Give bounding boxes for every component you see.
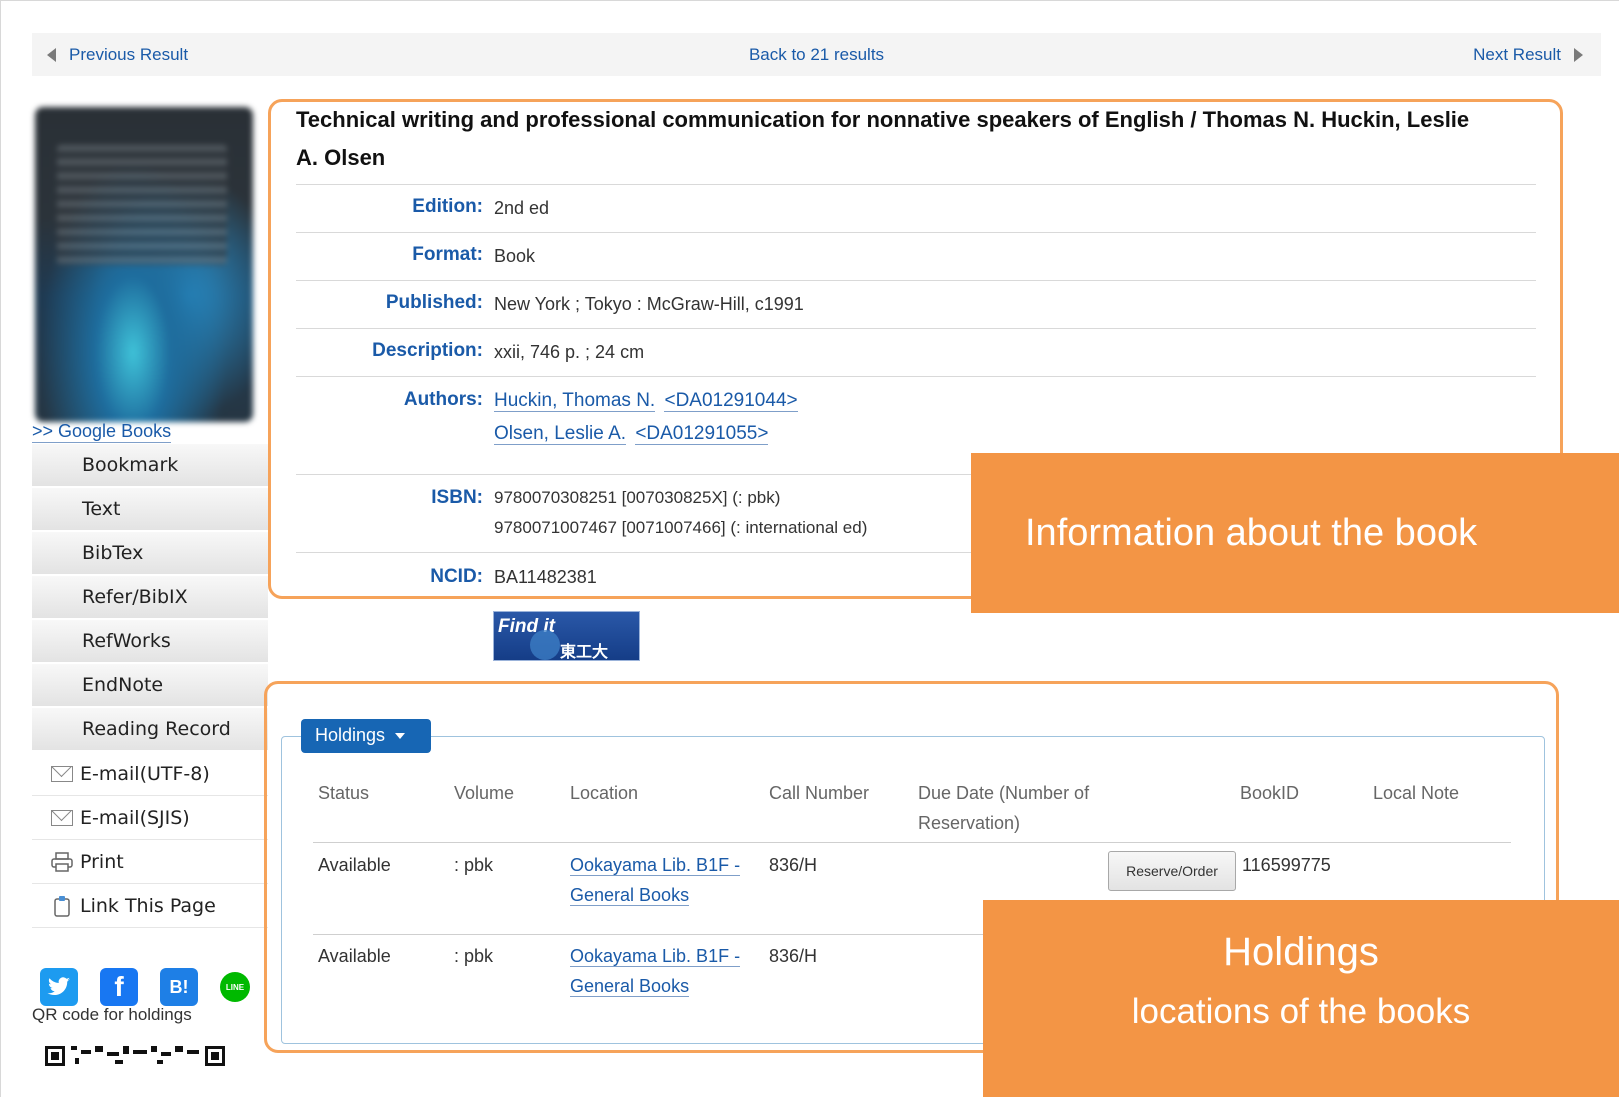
sidebar-item-reading-record[interactable]: Reading Record — [32, 708, 268, 752]
sidebar-item-email-sjis[interactable]: E-mail(SJIS) — [32, 796, 268, 840]
facebook-icon[interactable]: f — [100, 968, 138, 1006]
column-header-volume: Volume — [454, 783, 515, 803]
result-navigation-bar: Previous Result Back to 21 results Next … — [32, 33, 1601, 76]
holding-volume: : pbk — [454, 855, 494, 875]
find-it-button[interactable]: Find it 東工大 — [493, 611, 640, 661]
author-link[interactable]: Huckin, Thomas N. — [494, 390, 656, 412]
google-books-link[interactable]: >> Google Books — [32, 421, 172, 443]
clipboard-icon — [50, 895, 74, 917]
find-it-org-label: 東工大 — [560, 644, 609, 661]
holding-volume: : pbk — [454, 946, 494, 966]
holdings-annotation-subtitle: locations of the books — [1131, 992, 1471, 1031]
holdings-annotation-callout: Holdings locations of the books — [983, 900, 1619, 1097]
holdings-toggle-button[interactable]: Holdings — [301, 719, 431, 753]
book-cover-image — [35, 107, 253, 422]
format-value: Book — [494, 246, 536, 266]
book-title: Technical writing and professional commu… — [296, 107, 1470, 170]
info-annotation-callout: Information about the book — [971, 453, 1619, 613]
holding-call-number: 836/H — [769, 946, 818, 966]
author-id-link[interactable]: <DA01291055> — [635, 423, 769, 445]
column-header-call-number: Call Number — [769, 783, 870, 803]
back-to-results-link[interactable]: Back to 21 results — [749, 45, 884, 64]
printer-icon — [50, 851, 74, 872]
envelope-icon — [50, 808, 74, 828]
location-link[interactable]: Ookayama Lib. B1F - General Books — [570, 946, 741, 997]
sidebar-item-label: Link This Page — [80, 894, 216, 917]
social-share-bar: f B! LINE — [40, 968, 272, 1006]
arrow-right-icon — [1574, 48, 1583, 62]
table-divider — [313, 842, 1511, 843]
sidebar-item-bibtex[interactable]: BibTex — [32, 532, 268, 576]
sidebar-menu: Bookmark Text BibTex Refer/BibIX RefWork… — [32, 444, 268, 928]
edition-row: Edition: 2nd ed — [296, 184, 1536, 232]
next-result-label[interactable]: Next Result — [1473, 45, 1561, 65]
sidebar-item-bookmark[interactable]: Bookmark — [32, 444, 268, 488]
next-result-link[interactable]: Next Result — [1473, 45, 1583, 65]
holding-location[interactable]: Ookayama Lib. B1F - General Books — [570, 941, 754, 1001]
holding-status: Available — [318, 855, 391, 875]
holding-call-number: 836/H — [769, 855, 818, 875]
format-row: Format: Book — [296, 232, 1536, 280]
published-value: New York ; Tokyo : McGraw-Hill, c1991 — [494, 294, 804, 314]
sidebar-item-refer-bibix[interactable]: Refer/BibIX — [32, 576, 268, 620]
description-row: Description: xxii, 746 p. ; 24 cm — [296, 328, 1536, 376]
author-id-link[interactable]: <DA01291044> — [664, 390, 798, 412]
holdings-button-label: Holdings — [315, 725, 386, 745]
published-row: Published: New York ; Tokyo : McGraw-Hil… — [296, 280, 1536, 328]
description-label: Description: — [372, 340, 483, 361]
sidebar-item-text[interactable]: Text — [32, 488, 268, 532]
column-header-location: Location — [570, 783, 639, 803]
column-header-due-date: Due Date (Number of Reservation) — [918, 783, 1090, 833]
isbn-value: 9780070308251 [007030825X] (: pbk) — [494, 488, 781, 507]
isbn-value: 9780071007467 [0071007466] (: internatio… — [494, 518, 868, 537]
reserve-order-button[interactable]: Reserve/Order — [1108, 851, 1236, 891]
hatena-bookmark-icon[interactable]: B! — [160, 968, 198, 1006]
column-header-local-note: Local Note — [1373, 783, 1460, 803]
column-header-bookid: BookID — [1240, 783, 1300, 803]
isbn-label: ISBN: — [431, 487, 483, 508]
author-link[interactable]: Olsen, Leslie A. — [494, 423, 627, 445]
authors-label: Authors: — [403, 389, 483, 410]
qr-code-image — [45, 1040, 227, 1100]
edition-label: Edition: — [412, 196, 483, 217]
ncid-value: BA11482381 — [494, 567, 597, 587]
line-icon[interactable]: LINE — [220, 972, 250, 1002]
ncid-label: NCID: — [430, 566, 483, 587]
sidebar-item-endnote[interactable]: EndNote — [32, 664, 268, 708]
sidebar-item-email-utf8[interactable]: E-mail(UTF-8) — [32, 752, 268, 796]
sidebar-item-label: E-mail(UTF-8) — [80, 762, 210, 785]
at-sign-icon — [530, 630, 560, 660]
sidebar-item-link-page[interactable]: Link This Page — [32, 884, 268, 928]
format-label: Format: — [412, 244, 483, 265]
published-label: Published: — [385, 292, 483, 313]
twitter-icon[interactable] — [40, 968, 78, 1006]
holding-book-id: 116599775 — [1242, 855, 1331, 875]
holding-location[interactable]: Ookayama Lib. B1F - General Books — [570, 850, 754, 910]
envelope-icon — [50, 764, 74, 784]
location-link[interactable]: Ookayama Lib. B1F - General Books — [570, 855, 741, 906]
column-header-status: Status — [318, 783, 370, 803]
holdings-annotation-title: Holdings — [1223, 930, 1379, 974]
sidebar-item-refworks[interactable]: RefWorks — [32, 620, 268, 664]
sidebar-item-print[interactable]: Print — [32, 840, 268, 884]
holding-status: Available — [318, 946, 391, 966]
qr-code-label: QR code for holdings — [32, 1005, 192, 1024]
edition-value: 2nd ed — [494, 198, 550, 218]
sidebar-item-label: Print — [80, 850, 124, 873]
caret-down-icon — [395, 733, 406, 740]
sidebar-item-label: E-mail(SJIS) — [80, 806, 190, 829]
description-value: xxii, 746 p. ; 24 cm — [494, 342, 645, 362]
